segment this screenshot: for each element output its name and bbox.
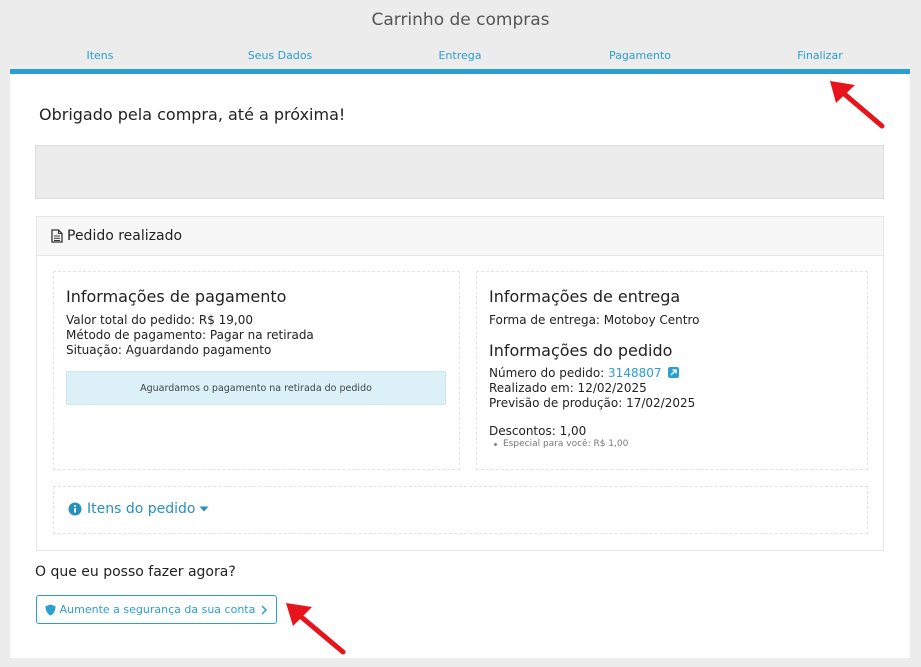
payment-total: Valor total do pedido: R$ 19,00 xyxy=(66,313,253,327)
delivery-info-title: Informações de entrega xyxy=(489,287,681,306)
order-items-toggle[interactable]: Itens do pedido xyxy=(68,501,209,517)
order-number-line: Número do pedido: 3148807 xyxy=(489,366,700,381)
discount-item: Especial para você: R$ 1,00 xyxy=(494,439,700,449)
delivery-method: Forma de entrega: Motoboy Centro xyxy=(489,313,700,327)
annotation-arrow-icon xyxy=(286,603,346,655)
next-steps-question: O que eu posso fazer agora? xyxy=(35,564,236,580)
thanks-message: Obrigado pela compra, até a próxima! xyxy=(39,105,346,124)
page-title: Carrinho de compras xyxy=(371,10,550,30)
order-placed-date: Realizado em: 12/02/2025 xyxy=(489,381,647,395)
step-pagamento[interactable]: Pagamento xyxy=(550,48,730,68)
info-icon xyxy=(68,502,82,516)
step-entrega[interactable]: Entrega xyxy=(370,48,550,68)
account-security-label: Aumente a segurança da sua conta xyxy=(59,603,256,616)
step-seus-dados[interactable]: Seus Dados xyxy=(190,48,370,68)
order-items-box: Itens do pedido xyxy=(53,486,868,534)
main-panel: Obrigado pela compra, até a próxima! Ped… xyxy=(10,74,910,658)
payment-status: Situação: Aguardando pagamento xyxy=(66,343,272,357)
order-number-link[interactable]: 3148807 xyxy=(608,366,661,380)
order-items-label: Itens do pedido xyxy=(87,501,196,517)
account-security-button[interactable]: Aumente a segurança da sua conta xyxy=(36,595,277,624)
order-info-title: Informações do pedido xyxy=(489,341,673,360)
document-icon xyxy=(51,229,63,243)
checkout-steps: Itens Seus Dados Entrega Pagamento Final… xyxy=(10,48,910,68)
shield-icon xyxy=(45,604,56,615)
annotation-arrow-icon xyxy=(830,81,885,129)
step-itens[interactable]: Itens xyxy=(10,48,190,68)
order-card-title: Pedido realizado xyxy=(67,228,183,244)
payment-info-title: Informações de pagamento xyxy=(66,287,287,306)
chevron-right-icon xyxy=(261,604,268,615)
caret-down-icon xyxy=(199,506,209,512)
order-number-label: Número do pedido: xyxy=(489,366,605,380)
step-finalizar[interactable]: Finalizar xyxy=(730,48,910,68)
order-production-date: Previsão de produção: 17/02/2025 xyxy=(489,396,696,410)
payment-alert: Aguardamos o pagamento na retirada do pe… xyxy=(66,371,446,405)
order-card-header: Pedido realizado xyxy=(37,217,883,256)
empty-banner xyxy=(35,145,884,199)
external-link-icon[interactable] xyxy=(668,367,680,378)
order-discounts: Descontos: 1,00 xyxy=(489,424,587,438)
delivery-info-box: Informações de entrega Forma de entrega:… xyxy=(476,271,868,470)
payment-info-box: Informações de pagamento Valor total do … xyxy=(53,271,460,470)
payment-method: Método de pagamento: Pagar na retirada xyxy=(66,328,314,342)
order-card: Pedido realizado Informações de pagament… xyxy=(36,216,884,551)
